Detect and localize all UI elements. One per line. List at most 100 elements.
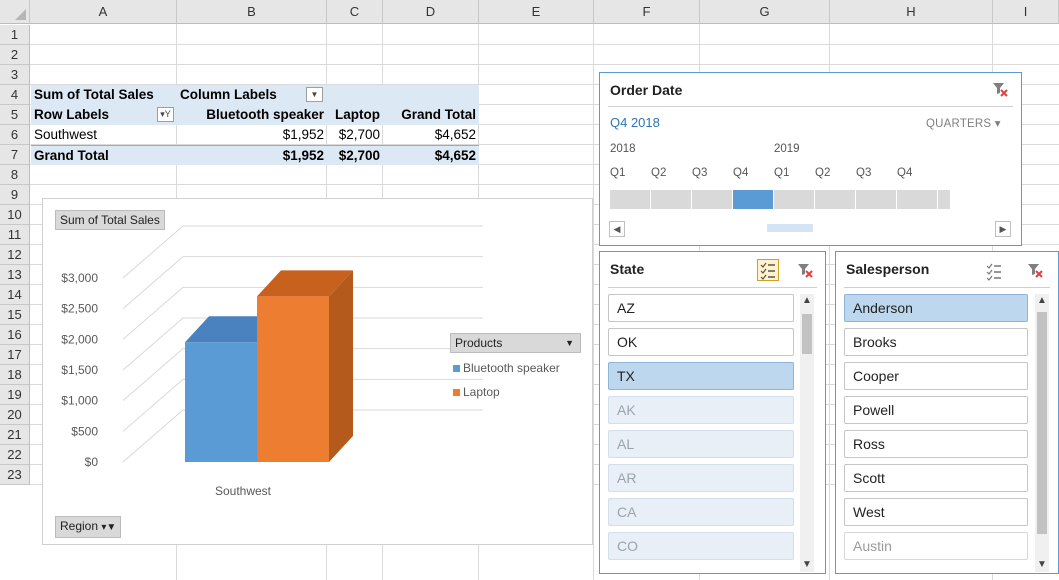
pivot-cell[interactable]: $2,700 — [327, 145, 383, 165]
salesperson-slicer[interactable]: Salesperson Anderson Brooks Cooper Powell Ro… — [835, 251, 1059, 574]
legend-entry[interactable]: Bluetooth speaker — [453, 361, 560, 375]
multi-select-icon[interactable] — [983, 260, 1005, 282]
column-header-g[interactable]: G — [700, 0, 830, 24]
gridline — [122, 225, 483, 279]
salesperson-slicer-title: Salesperson — [846, 261, 930, 277]
row-header-18[interactable]: 18 — [0, 365, 30, 385]
pivot-cell[interactable]: $1,952 — [177, 145, 327, 165]
multi-select-icon[interactable] — [757, 259, 779, 281]
slicer-item-west[interactable]: West — [844, 498, 1028, 526]
slicer-item-co[interactable]: CO — [608, 532, 794, 560]
row-header-22[interactable]: 22 — [0, 445, 30, 465]
legend-products-button[interactable]: Products ▼ — [450, 333, 581, 353]
slicer-item-powell[interactable]: Powell — [844, 396, 1028, 424]
slicer-item-ak[interactable]: AK — [608, 396, 794, 424]
row-header-1[interactable]: 1 — [0, 25, 30, 45]
column-header-f[interactable]: F — [594, 0, 700, 24]
pivot-cell[interactable]: $2,700 — [327, 125, 383, 145]
pivot-grand-total-label[interactable]: Grand Total — [31, 145, 177, 165]
pivot-row-labels[interactable]: Row Labels — [31, 105, 177, 125]
scrollbar-thumb[interactable] — [1037, 312, 1047, 534]
pivot-header-grand-total: Grand Total — [383, 105, 479, 125]
row-header-13[interactable]: 13 — [0, 265, 30, 285]
clear-filter-icon[interactable] — [797, 262, 813, 278]
pivot-header-laptop: Laptop — [327, 105, 383, 125]
slicer-item-ca[interactable]: CA — [608, 498, 794, 526]
pivot-values-label[interactable]: Sum of Total Sales — [31, 85, 177, 105]
timeline-period-bar[interactable] — [938, 190, 951, 209]
y-tick-label: $2,000 — [61, 332, 98, 346]
row-header-16[interactable]: 16 — [0, 325, 30, 345]
region-field-button[interactable]: Region ▾▼ — [55, 516, 122, 538]
pivot-cell[interactable]: $1,952 — [177, 125, 327, 145]
column-header-e[interactable]: E — [479, 0, 594, 24]
row-header-19[interactable]: 19 — [0, 385, 30, 405]
state-scrollbar[interactable]: ▲ ▼ — [800, 294, 814, 572]
pivot-cell[interactable]: $4,652 — [383, 125, 479, 145]
timeline-level-dropdown[interactable]: QUARTERS ▾ — [926, 116, 1001, 130]
row-header-17[interactable]: 17 — [0, 345, 30, 365]
timeline-period-bar[interactable] — [651, 190, 692, 209]
slicer-item-ross[interactable]: Ross — [844, 430, 1028, 458]
select-all-corner[interactable] — [0, 0, 30, 24]
row-header-15[interactable]: 15 — [0, 305, 30, 325]
row-header-2[interactable]: 2 — [0, 45, 30, 65]
row-header-3[interactable]: 3 — [0, 65, 30, 85]
row-header-6[interactable]: 6 — [0, 125, 30, 145]
row-header-10[interactable]: 10 — [0, 205, 30, 225]
column-header-a[interactable]: A — [30, 0, 177, 24]
slicer-item-az[interactable]: AZ — [608, 294, 794, 322]
pivot-column-labels[interactable]: Column Labels — [177, 85, 327, 105]
timeline-scroll-left[interactable]: ◀ — [609, 221, 625, 237]
slicer-item-ok[interactable]: OK — [608, 328, 794, 356]
pivot-row-southwest[interactable]: Southwest — [31, 125, 177, 145]
timeline-scroll-right[interactable]: ▶ — [995, 221, 1011, 237]
timeline-period-bar[interactable] — [815, 190, 856, 209]
legend-title: Products — [455, 336, 503, 350]
row-header-14[interactable]: 14 — [0, 285, 30, 305]
legend-entry[interactable]: Laptop — [453, 385, 500, 399]
row-header-20[interactable]: 20 — [0, 405, 30, 425]
row-labels-filter-icon[interactable]: ▾Y — [157, 107, 174, 122]
clear-filter-icon[interactable] — [1027, 262, 1043, 278]
column-header-d[interactable]: D — [383, 0, 479, 24]
column-header-h[interactable]: H — [830, 0, 993, 24]
timeline-period-bar[interactable] — [733, 190, 774, 209]
row-header-11[interactable]: 11 — [0, 225, 30, 245]
timeline-scrollbar-thumb[interactable] — [767, 224, 813, 232]
legend-label: Bluetooth speaker — [463, 361, 560, 375]
slicer-item-tx[interactable]: TX — [608, 362, 794, 390]
clear-filter-icon[interactable] — [992, 81, 1008, 97]
row-header-9[interactable]: 9 — [0, 185, 30, 205]
scrollbar-thumb[interactable] — [802, 314, 812, 354]
row-header-7[interactable]: 7 — [0, 145, 30, 165]
column-labels-filter-button[interactable]: ▼ — [306, 87, 323, 102]
salesperson-scrollbar[interactable]: ▲ ▼ — [1035, 294, 1049, 572]
row-header-8[interactable]: 8 — [0, 165, 30, 185]
row-header-12[interactable]: 12 — [0, 245, 30, 265]
row-header-23[interactable]: 23 — [0, 465, 30, 485]
slicer-item-scott[interactable]: Scott — [844, 464, 1028, 492]
slicer-item-cooper[interactable]: Cooper — [844, 362, 1028, 390]
timeline-period-bar[interactable] — [856, 190, 897, 209]
state-slicer[interactable]: State AZ OK TX AK AL AR CA CO ▲ ▼ — [599, 251, 826, 574]
slicer-item-al[interactable]: AL — [608, 430, 794, 458]
timeline-period-bar[interactable] — [897, 190, 938, 209]
column-header-i[interactable]: I — [993, 0, 1059, 24]
timeline-period-bar[interactable] — [774, 190, 815, 209]
bar-laptop — [257, 296, 329, 462]
order-date-timeline[interactable]: Order Date Q4 2018 QUARTERS ▾ 2018 2019 Q… — [599, 72, 1022, 246]
timeline-period-bar[interactable] — [692, 190, 733, 209]
slicer-item-ar[interactable]: AR — [608, 464, 794, 492]
pivot-cell[interactable]: $4,652 — [383, 145, 479, 165]
column-header-b[interactable]: B — [177, 0, 327, 24]
slicer-item-anderson[interactable]: Anderson — [844, 294, 1028, 322]
slicer-item-austin[interactable]: Austin — [844, 532, 1028, 560]
slicer-item-brooks[interactable]: Brooks — [844, 328, 1028, 356]
timeline-period-bar[interactable] — [610, 190, 651, 209]
row-header-4[interactable]: 4 — [0, 85, 30, 105]
row-header-5[interactable]: 5 — [0, 105, 30, 125]
column-header-c[interactable]: C — [327, 0, 383, 24]
pivot-chart[interactable]: Sum of Total Sales $3,000 $2,500 $2,000 $1,… — [42, 198, 593, 545]
row-header-21[interactable]: 21 — [0, 425, 30, 445]
